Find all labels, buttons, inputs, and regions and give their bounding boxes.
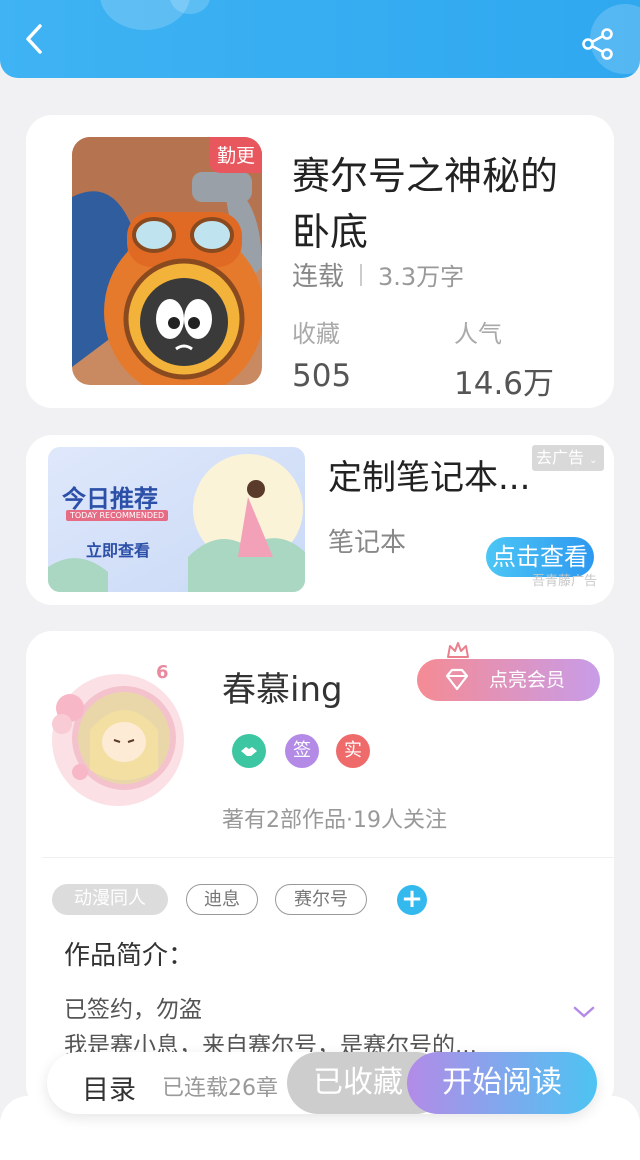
intro-line-1: 已签约，勿盗 — [64, 997, 202, 1023]
ad-image-subtitle: TODAY RECOMMENDED — [66, 510, 169, 521]
book-cover[interactable]: 勤更 — [72, 137, 262, 385]
author-name[interactable]: 春慕ing — [222, 662, 343, 711]
author-stats: 著有2部作品·19人关注 — [222, 808, 447, 833]
vip-button[interactable]: 点亮会员 — [417, 659, 600, 701]
ad-image-title: 今日推荐 — [62, 485, 158, 513]
book-title: 赛尔号之神秘的卧底 — [292, 154, 559, 254]
tag-dixi[interactable]: 迪息 — [186, 884, 258, 915]
book-meta: 连载 3.3万字 — [292, 256, 464, 293]
verified-icon[interactable]: 实 — [336, 734, 370, 768]
intro-heading: 作品简介： — [64, 941, 195, 971]
top-bar — [0, 0, 640, 78]
ad-subtitle: 笔记本 — [328, 528, 407, 558]
tag-anime-fanfic[interactable]: 动漫同人 — [52, 884, 168, 915]
share-icon[interactable] — [580, 26, 616, 62]
start-reading-button[interactable]: 开始阅读 — [407, 1052, 597, 1114]
popularity-value: 14.6万 — [454, 366, 555, 402]
crown-icon — [447, 642, 469, 658]
serial-chapters: 已连载26章 — [162, 1076, 278, 1101]
remove-ad-label: 去广告 — [536, 448, 585, 467]
ad-banner-image[interactable]: 今日推荐 TODAY RECOMMENDED 立即查看 — [48, 447, 305, 592]
section-divider — [42, 857, 614, 858]
favorites-label: 收藏 — [292, 320, 340, 348]
chevron-down-icon[interactable] — [572, 1004, 596, 1020]
remove-ad-button[interactable]: 去广告 ⌄ — [532, 445, 604, 471]
serial-status: 连载 — [292, 262, 345, 292]
diamond-icon — [445, 668, 469, 691]
update-badge: 勤更 — [208, 137, 262, 173]
vip-button-label: 点亮会员 — [489, 669, 566, 691]
word-count: 3.3万字 — [378, 263, 465, 291]
handshake-icon[interactable] — [232, 734, 266, 768]
ad-source: 吾青藤广告 — [532, 574, 598, 589]
tag-seer[interactable]: 赛尔号 — [275, 884, 367, 915]
toc-button[interactable]: 目录 — [82, 1068, 136, 1107]
add-tag-icon[interactable]: + — [397, 885, 427, 915]
ad-title[interactable]: 定制笔记本... — [328, 450, 558, 499]
chevron-left-icon[interactable] — [18, 22, 52, 56]
cover-illustration — [72, 137, 262, 385]
author-level: 6 — [156, 662, 169, 683]
author-avatar[interactable]: 6 — [40, 660, 190, 810]
popularity-label: 人气 — [454, 320, 502, 348]
signed-icon[interactable]: 签 — [285, 734, 319, 768]
favorites-value: 505 — [292, 358, 352, 394]
meta-divider — [360, 263, 363, 286]
ad-image-cta: 立即查看 — [86, 541, 151, 560]
chevron-down-icon: ⌄ — [589, 455, 598, 466]
